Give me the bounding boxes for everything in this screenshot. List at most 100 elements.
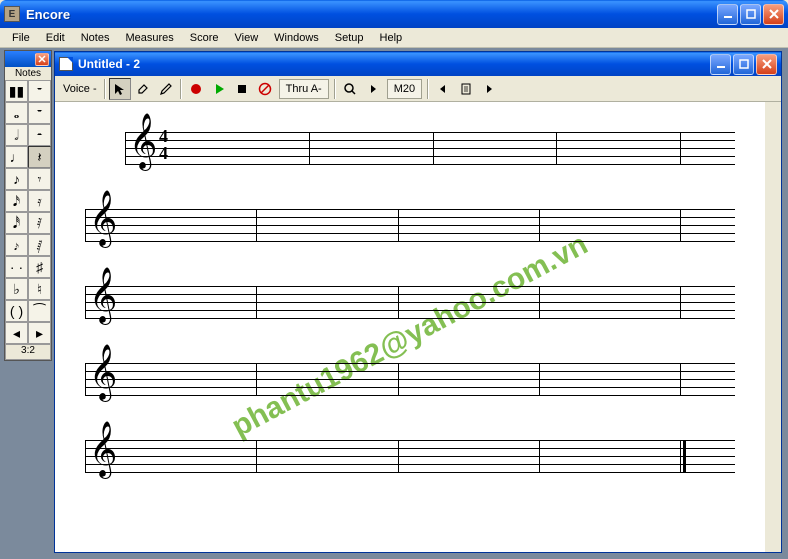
pencil-tool[interactable] bbox=[155, 78, 177, 100]
treble-clef-icon: 𝄞 bbox=[89, 195, 117, 243]
note-quarter[interactable]: ♩ bbox=[5, 146, 28, 168]
staff-row[interactable]: 𝄞 bbox=[85, 209, 765, 241]
barline bbox=[256, 363, 257, 395]
page-view-icon[interactable] bbox=[455, 78, 477, 100]
menu-edit[interactable]: Edit bbox=[38, 30, 73, 46]
next-palette[interactable]: ▸ bbox=[28, 322, 51, 344]
menu-measures[interactable]: Measures bbox=[117, 30, 181, 46]
barline bbox=[680, 132, 681, 164]
treble-clef-icon: 𝄞 bbox=[129, 118, 157, 166]
barline bbox=[398, 286, 399, 318]
barline bbox=[680, 440, 681, 472]
palette-close-button[interactable] bbox=[35, 53, 49, 66]
note-sixteenth[interactable]: 𝅘𝅥𝅯 bbox=[5, 190, 28, 212]
staff-row[interactable]: 𝄞44 bbox=[125, 132, 765, 164]
voice-label[interactable]: Voice - bbox=[59, 83, 101, 95]
arrow-tool[interactable] bbox=[109, 78, 131, 100]
thru-selector[interactable]: Thru A- bbox=[279, 79, 329, 99]
barline bbox=[539, 209, 540, 241]
barline bbox=[256, 440, 257, 472]
minimize-button[interactable] bbox=[717, 4, 738, 25]
note-whole[interactable]: 𝅝 bbox=[5, 102, 28, 124]
doc-maximize-button[interactable] bbox=[733, 54, 754, 75]
barline bbox=[398, 363, 399, 395]
barline bbox=[85, 286, 86, 318]
barline bbox=[680, 363, 681, 395]
barline bbox=[556, 132, 557, 164]
dot-toggle[interactable]: · · bbox=[5, 256, 28, 278]
menu-windows[interactable]: Windows bbox=[266, 30, 327, 46]
zoom-tool[interactable] bbox=[339, 78, 361, 100]
doc-title: Untitled - 2 bbox=[78, 57, 710, 71]
record-button[interactable] bbox=[185, 78, 207, 100]
rest-thirtysecond[interactable]: 𝅀 bbox=[28, 212, 51, 234]
rest-whole[interactable]: 𝄻 bbox=[28, 102, 51, 124]
menubar: File Edit Notes Measures Score View Wind… bbox=[0, 28, 788, 48]
barline bbox=[85, 363, 86, 395]
menu-help[interactable]: Help bbox=[372, 30, 411, 46]
palette-grid: ▮▮ 𝄻 𝅝 𝄻 𝅗𝅥 𝄼 ♩ 𝄽 ♪ 𝄾 𝅘𝅥𝅯 𝄿 𝅘𝅥𝅰 𝅀 𝆔 𝅁 · … bbox=[5, 80, 51, 360]
menu-file[interactable]: File bbox=[4, 30, 38, 46]
doc-minimize-button[interactable] bbox=[710, 54, 731, 75]
barline bbox=[539, 286, 540, 318]
main-titlebar: E Encore bbox=[0, 0, 788, 28]
barline bbox=[398, 440, 399, 472]
page-prev-button[interactable] bbox=[432, 78, 454, 100]
barline bbox=[85, 209, 86, 241]
note-thirtysecond[interactable]: 𝅘𝅥𝅰 bbox=[5, 212, 28, 234]
tie-toggle[interactable]: ⁀ bbox=[28, 300, 51, 322]
natural-toggle[interactable]: ♮ bbox=[28, 278, 51, 300]
menu-setup[interactable]: Setup bbox=[327, 30, 372, 46]
zoom-next-icon[interactable] bbox=[362, 78, 384, 100]
palette-title: Notes bbox=[5, 67, 51, 80]
tuplet-ratio[interactable]: 3:2 bbox=[5, 344, 51, 360]
note-half[interactable]: 𝅗𝅥 bbox=[5, 124, 28, 146]
document-window: Untitled - 2 Voice - Thru A- bbox=[54, 51, 782, 553]
menu-score[interactable]: Score bbox=[182, 30, 227, 46]
treble-clef-icon: 𝄞 bbox=[89, 272, 117, 320]
rest-multi[interactable]: 𝄻 bbox=[28, 80, 51, 102]
maximize-button[interactable] bbox=[740, 4, 761, 25]
prev-palette[interactable]: ◂ bbox=[5, 322, 28, 344]
page-next-button[interactable] bbox=[478, 78, 500, 100]
staff-row[interactable]: 𝄞 bbox=[85, 440, 765, 472]
treble-clef-icon: 𝄞 bbox=[89, 349, 117, 397]
play-button[interactable] bbox=[208, 78, 230, 100]
sharp-toggle[interactable]: ♯ bbox=[28, 256, 51, 278]
barline bbox=[85, 440, 86, 472]
doc-titlebar: Untitled - 2 bbox=[55, 52, 781, 76]
main-window: E Encore File Edit Notes Measures Score … bbox=[0, 0, 788, 559]
score-canvas[interactable]: phantu1962@yahoo.com.vn 𝄞44𝄞𝄞𝄞𝄞 bbox=[55, 102, 781, 552]
note-double-bar[interactable]: ▮▮ bbox=[5, 80, 28, 102]
app-title: Encore bbox=[26, 7, 717, 22]
note-grace[interactable]: 𝆔 bbox=[5, 234, 28, 256]
app-icon: E bbox=[4, 6, 20, 22]
notes-palette[interactable]: Notes ▮▮ 𝄻 𝅝 𝄻 𝅗𝅥 𝄼 ♩ 𝄽 ♪ 𝄾 𝅘𝅥𝅯 𝄿 𝅘𝅥𝅰 𝅀 … bbox=[4, 50, 52, 361]
palette-titlebar bbox=[5, 51, 51, 67]
doc-close-button[interactable] bbox=[756, 54, 777, 75]
staff-row[interactable]: 𝄞 bbox=[85, 286, 765, 318]
eraser-tool[interactable] bbox=[132, 78, 154, 100]
rest-sixteenth[interactable]: 𝄿 bbox=[28, 190, 51, 212]
staff-system: 𝄞44𝄞𝄞𝄞𝄞 bbox=[85, 132, 765, 472]
stop-button[interactable] bbox=[231, 78, 253, 100]
flat-toggle[interactable]: ♭ bbox=[5, 278, 28, 300]
barline bbox=[539, 363, 540, 395]
menu-view[interactable]: View bbox=[227, 30, 267, 46]
staff-row[interactable]: 𝄞 bbox=[85, 363, 765, 395]
time-signature: 44 bbox=[159, 128, 168, 162]
note-eighth[interactable]: ♪ bbox=[5, 168, 28, 190]
rest-half[interactable]: 𝄼 bbox=[28, 124, 51, 146]
paren-toggle[interactable]: ( ) bbox=[5, 300, 28, 322]
close-button[interactable] bbox=[763, 4, 784, 25]
measure-indicator[interactable]: M20 bbox=[387, 79, 422, 99]
rest-eighth[interactable]: 𝄾 bbox=[28, 168, 51, 190]
rest-sixtyfourth[interactable]: 𝅁 bbox=[28, 234, 51, 256]
no-midi-icon[interactable] bbox=[254, 78, 276, 100]
barline bbox=[309, 132, 310, 164]
rest-quarter[interactable]: 𝄽 bbox=[28, 146, 51, 168]
menu-notes[interactable]: Notes bbox=[73, 30, 118, 46]
treble-clef-icon: 𝄞 bbox=[89, 426, 117, 474]
barline bbox=[539, 440, 540, 472]
barline bbox=[398, 209, 399, 241]
